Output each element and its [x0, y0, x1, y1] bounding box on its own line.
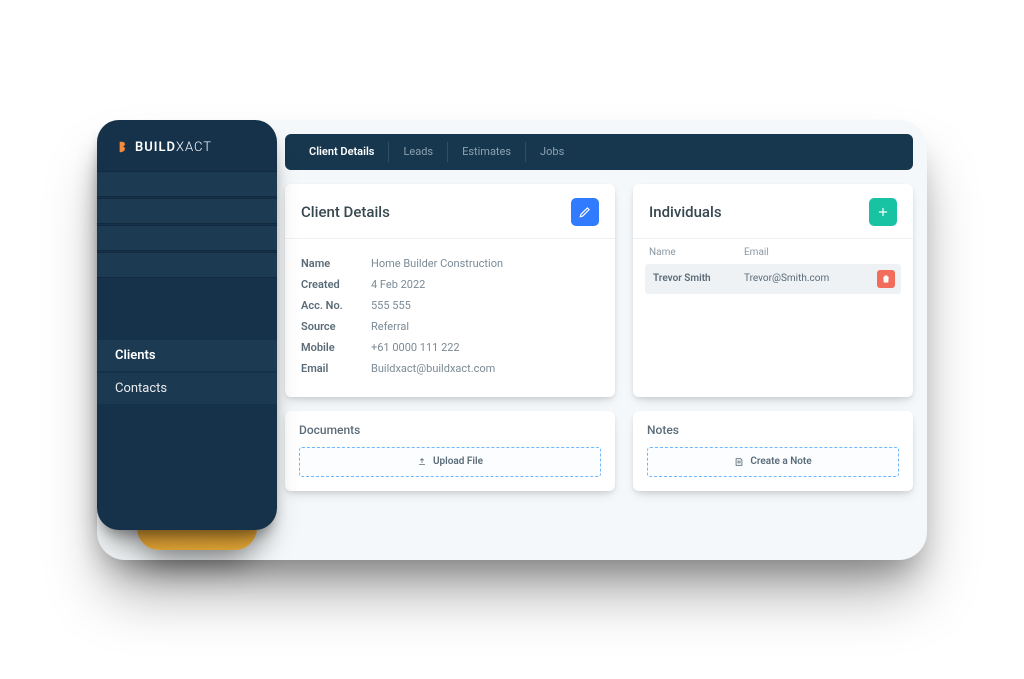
sidebar: BUILDXACT Clients Contacts	[97, 120, 277, 530]
sidebar-item-clients[interactable]: Clients	[97, 340, 277, 371]
table-row[interactable]: Trevor Smith Trevor@Smith.com	[645, 264, 901, 294]
detail-label: Email	[301, 362, 371, 375]
documents-title: Documents	[299, 423, 601, 437]
cell-name: Trevor Smith	[653, 273, 744, 284]
edit-button[interactable]	[571, 198, 599, 226]
individuals-card: Individuals Name Email Trevor Smith	[633, 184, 913, 397]
nav-placeholder	[97, 171, 277, 197]
individuals-title: Individuals	[649, 203, 722, 221]
sidebar-item-label: Contacts	[115, 381, 167, 396]
detail-value: Home Builder Construction	[371, 257, 503, 270]
client-details-title: Client Details	[301, 203, 390, 221]
nav-placeholder-group	[97, 171, 277, 278]
tab-bar: Client Details Leads Estimates Jobs	[285, 134, 913, 170]
add-individual-button[interactable]	[869, 198, 897, 226]
create-note-button[interactable]: Create a Note	[647, 447, 899, 477]
detail-value: Referral	[371, 320, 409, 333]
detail-label: Name	[301, 257, 371, 270]
detail-value: Buildxact@buildxact.com	[371, 362, 495, 375]
detail-label: Source	[301, 320, 371, 333]
individuals-table-head: Name Email	[637, 239, 909, 264]
delete-individual-button[interactable]	[877, 270, 895, 288]
cell-email: Trevor@Smith.com	[744, 273, 877, 284]
upload-icon	[417, 457, 427, 467]
tab-jobs[interactable]: Jobs	[526, 142, 578, 162]
brand-logo-icon	[115, 140, 129, 154]
tab-estimates[interactable]: Estimates	[448, 142, 526, 162]
sidebar-item-contacts[interactable]: Contacts	[97, 373, 277, 404]
detail-value: 4 Feb 2022	[371, 278, 425, 291]
pencil-icon	[578, 205, 592, 219]
note-icon	[734, 457, 744, 467]
col-name: Name	[649, 247, 744, 258]
brand-name: BUILDXACT	[135, 140, 212, 155]
create-note-label: Create a Note	[750, 456, 811, 467]
upload-file-button[interactable]: Upload File	[299, 447, 601, 477]
upload-file-label: Upload File	[433, 456, 483, 467]
tab-client-details[interactable]: Client Details	[295, 142, 389, 162]
col-email: Email	[744, 247, 897, 258]
trash-icon	[881, 274, 891, 284]
detail-value: +61 0000 111 222	[371, 341, 460, 354]
detail-label: Mobile	[301, 341, 371, 354]
detail-label: Acc. No.	[301, 299, 371, 312]
notes-title: Notes	[647, 423, 899, 437]
nav-placeholder	[97, 252, 277, 278]
sidebar-item-label: Clients	[115, 348, 156, 363]
tab-leads[interactable]: Leads	[389, 142, 448, 162]
documents-card: Documents Upload File	[285, 411, 615, 491]
nav-placeholder	[97, 198, 277, 224]
detail-value: 555 555	[371, 299, 411, 312]
detail-label: Created	[301, 278, 371, 291]
client-details-card: Client Details NameHome Builder Construc…	[285, 184, 615, 397]
notes-card: Notes Create a Note	[633, 411, 913, 491]
plus-icon	[876, 205, 890, 219]
nav-placeholder	[97, 225, 277, 251]
brand: BUILDXACT	[97, 120, 277, 167]
